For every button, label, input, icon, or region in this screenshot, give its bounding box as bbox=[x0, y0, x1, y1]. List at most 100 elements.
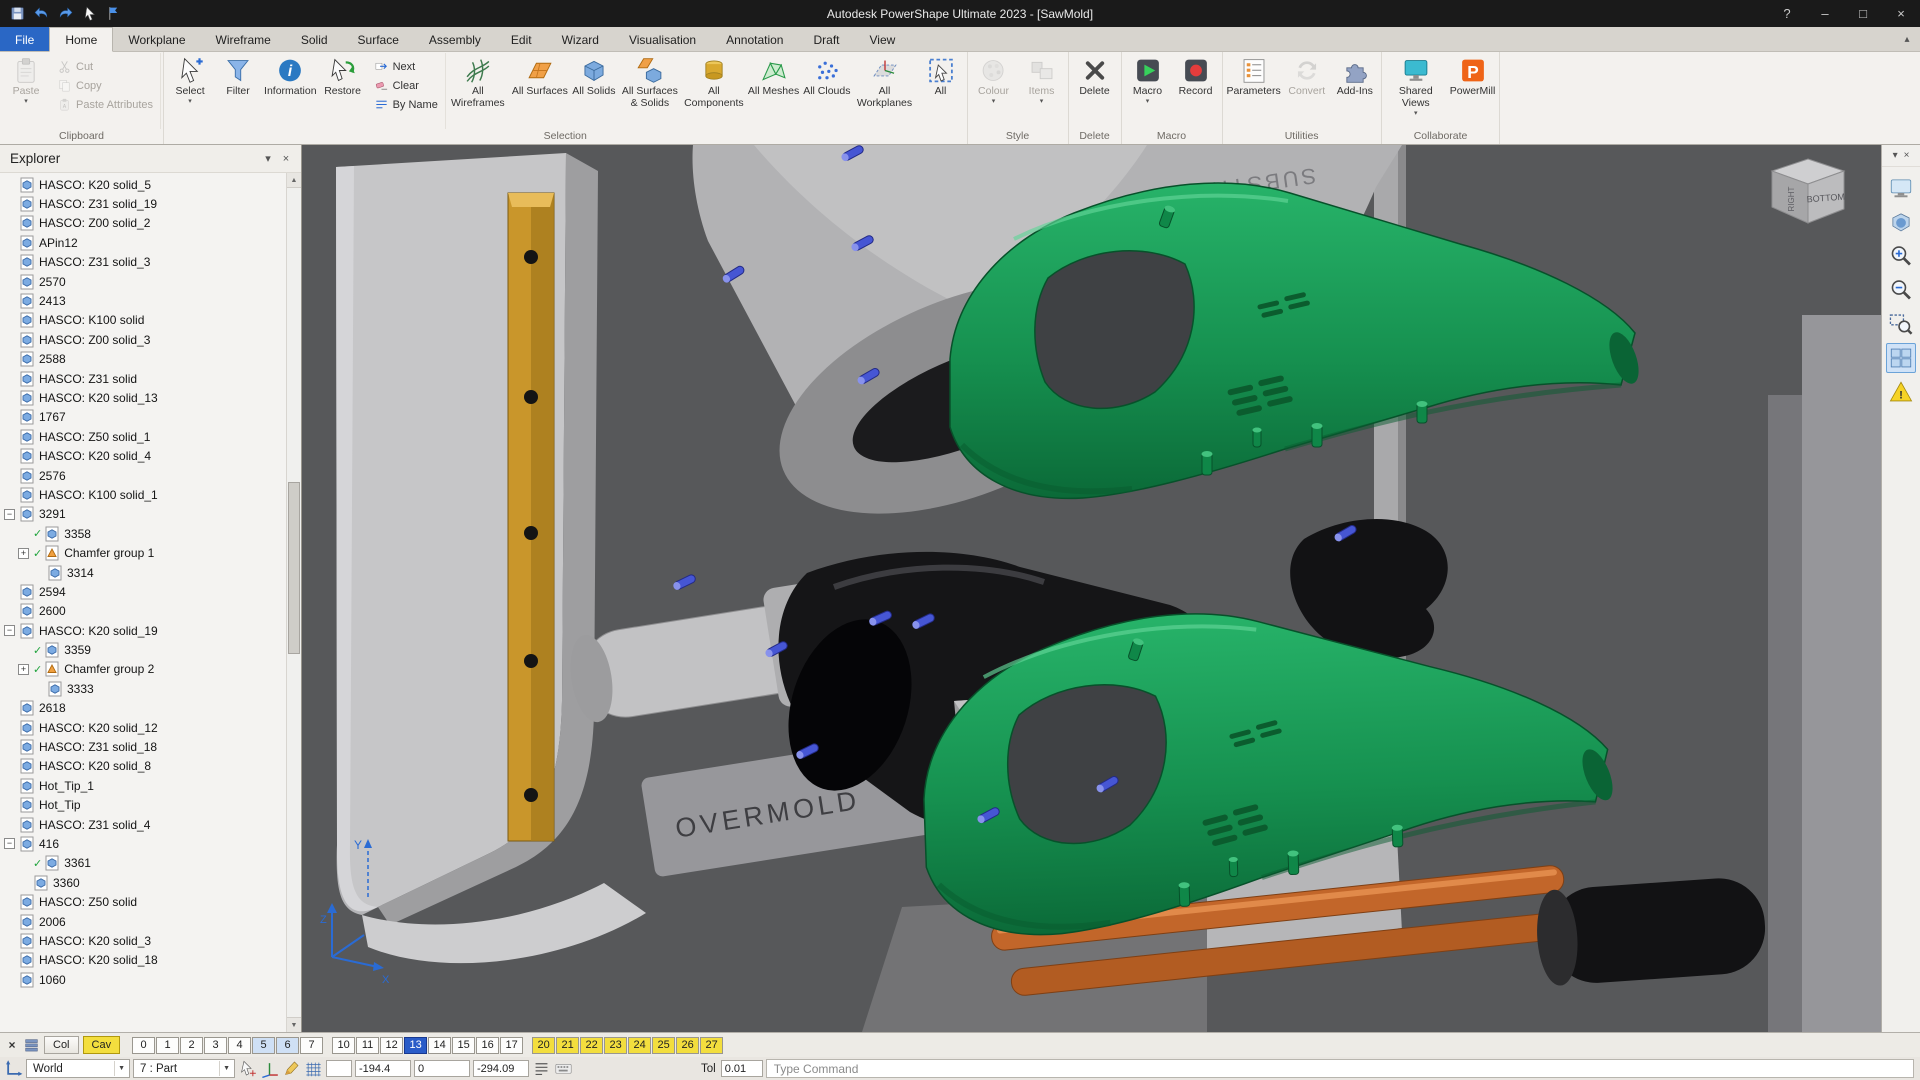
restore-button[interactable]: Restore bbox=[319, 53, 367, 129]
tab-draft[interactable]: Draft bbox=[798, 27, 854, 51]
keyboard-icon[interactable] bbox=[554, 1059, 573, 1078]
tree-item[interactable]: APin12 bbox=[0, 233, 286, 252]
cav-button[interactable]: Cav bbox=[82, 1036, 121, 1054]
collapse-icon[interactable]: − bbox=[4, 625, 15, 637]
panel-close-icon[interactable]: × bbox=[277, 150, 295, 168]
level-26-button[interactable]: 26 bbox=[676, 1036, 700, 1054]
tab-annotation[interactable]: Annotation bbox=[711, 27, 798, 51]
level-1-button[interactable]: 1 bbox=[156, 1036, 180, 1054]
screen-button[interactable] bbox=[1886, 173, 1916, 203]
axes-icon[interactable] bbox=[260, 1059, 279, 1078]
multi-view-button[interactable] bbox=[1886, 343, 1916, 373]
workplane-select[interactable]: World ▼ bbox=[26, 1059, 130, 1078]
level-17-button[interactable]: 17 bbox=[500, 1036, 524, 1054]
draw-icon[interactable] bbox=[282, 1059, 301, 1078]
grid-icon[interactable] bbox=[304, 1059, 323, 1078]
tree-item[interactable]: 2600 bbox=[0, 602, 286, 621]
shared-views-button[interactable]: Shared Views ▾ bbox=[1384, 53, 1448, 129]
parameters-button[interactable]: Parameters bbox=[1225, 53, 1283, 129]
tree-item[interactable]: + ✓ Chamfer group 2 bbox=[0, 660, 286, 679]
tab-wizard[interactable]: Wizard bbox=[547, 27, 614, 51]
tree-item[interactable]: HASCO: Z31 solid bbox=[0, 369, 286, 388]
tree-item[interactable]: ✓ 3361 bbox=[0, 854, 286, 873]
tree-item[interactable]: HASCO: K20 solid_5 bbox=[0, 175, 286, 194]
tree-item[interactable]: 1060 bbox=[0, 970, 286, 989]
tolerance-field[interactable] bbox=[720, 1060, 763, 1077]
tree-item[interactable]: HASCO: K100 solid bbox=[0, 311, 286, 330]
collapse-icon[interactable]: − bbox=[4, 508, 15, 520]
level-5-button[interactable]: 5 bbox=[252, 1036, 276, 1054]
level-12-button[interactable]: 12 bbox=[380, 1036, 404, 1054]
tree-item[interactable]: 2588 bbox=[0, 350, 286, 369]
level-4-button[interactable]: 4 bbox=[228, 1036, 252, 1054]
tree-item[interactable]: 2576 bbox=[0, 466, 286, 485]
panel-close-icon[interactable]: × bbox=[1904, 150, 1910, 161]
tree-item[interactable]: − 416 bbox=[0, 834, 286, 853]
level-11-button[interactable]: 11 bbox=[356, 1036, 380, 1054]
tree-item[interactable]: HASCO: K20 solid_3 bbox=[0, 931, 286, 950]
axis-mode-icon[interactable] bbox=[4, 1059, 23, 1078]
z-coordinate-field[interactable] bbox=[473, 1060, 529, 1077]
tree-item[interactable]: 2570 bbox=[0, 272, 286, 291]
tab-solid[interactable]: Solid bbox=[286, 27, 343, 51]
position-cursor-icon[interactable] bbox=[238, 1059, 257, 1078]
tree-item[interactable]: 3333 bbox=[0, 679, 286, 698]
select-tool-icon[interactable] bbox=[81, 5, 98, 22]
information-button[interactable]: i Information bbox=[262, 53, 319, 129]
tree-item[interactable]: Hot_Tip_1 bbox=[0, 776, 286, 795]
tree-item[interactable]: HASCO: Z50 solid bbox=[0, 892, 286, 911]
tree-item[interactable]: 2413 bbox=[0, 291, 286, 310]
list-icon[interactable] bbox=[532, 1059, 551, 1078]
level-27-button[interactable]: 27 bbox=[700, 1036, 724, 1054]
tree-item[interactable]: HASCO: Z31 solid_4 bbox=[0, 815, 286, 834]
level-13-button[interactable]: 13 bbox=[404, 1036, 428, 1054]
x-coordinate-field[interactable] bbox=[355, 1060, 411, 1077]
warning-button[interactable]: ! bbox=[1886, 377, 1916, 407]
part-select[interactable]: 7 : Part ▼ bbox=[133, 1059, 235, 1078]
tree-item[interactable]: HASCO: Z00 solid_2 bbox=[0, 214, 286, 233]
expand-icon[interactable]: + bbox=[18, 547, 29, 559]
close-button[interactable]: × bbox=[1882, 0, 1920, 27]
all-solids-button[interactable]: All Solids bbox=[570, 53, 618, 129]
right-mold-pillar[interactable] bbox=[1802, 315, 1881, 1032]
level-15-button[interactable]: 15 bbox=[452, 1036, 476, 1054]
tree-item[interactable]: HASCO: K20 solid_12 bbox=[0, 718, 286, 737]
collapse-icon[interactable]: − bbox=[4, 838, 15, 850]
all-button[interactable]: All bbox=[917, 53, 965, 129]
blank-field[interactable] bbox=[326, 1060, 352, 1077]
panel-menu-icon[interactable]: ▾ bbox=[259, 150, 277, 168]
all-meshes-button[interactable]: All Meshes bbox=[746, 53, 801, 129]
macro-button[interactable]: Macro ▾ bbox=[1124, 53, 1172, 129]
tab-home[interactable]: Home bbox=[49, 27, 114, 52]
scroll-up-icon[interactable]: ▲ bbox=[287, 173, 301, 188]
tab-visualisation[interactable]: Visualisation bbox=[614, 27, 711, 51]
select-button[interactable]: Select ▾ bbox=[166, 53, 214, 129]
flag-icon[interactable] bbox=[105, 5, 122, 22]
tab-file[interactable]: File bbox=[0, 27, 50, 51]
levels-icon[interactable] bbox=[23, 1037, 40, 1054]
y-coordinate-field[interactable] bbox=[414, 1060, 470, 1077]
render-style-button[interactable] bbox=[1886, 207, 1916, 237]
panel-menu-icon[interactable]: ▾ bbox=[1893, 150, 1898, 161]
tree-item[interactable]: HASCO: K100 solid_1 bbox=[0, 485, 286, 504]
tree-item[interactable]: HASCO: K20 solid_13 bbox=[0, 388, 286, 407]
level-24-button[interactable]: 24 bbox=[628, 1036, 652, 1054]
level-23-button[interactable]: 23 bbox=[604, 1036, 628, 1054]
level-25-button[interactable]: 25 bbox=[652, 1036, 676, 1054]
filter-button[interactable]: Filter bbox=[214, 53, 262, 129]
all-surfaces-button[interactable]: All Surfaces bbox=[510, 53, 570, 129]
tree-item[interactable]: − 3291 bbox=[0, 505, 286, 524]
level-20-button[interactable]: 20 bbox=[532, 1036, 556, 1054]
zoom-box-button[interactable] bbox=[1886, 309, 1916, 339]
tab-edit[interactable]: Edit bbox=[496, 27, 547, 51]
close-levels-icon[interactable]: × bbox=[5, 1038, 19, 1052]
minimize-button[interactable]: – bbox=[1806, 0, 1844, 27]
tree-item[interactable]: 2618 bbox=[0, 699, 286, 718]
tab-view[interactable]: View bbox=[855, 27, 911, 51]
level-21-button[interactable]: 21 bbox=[556, 1036, 580, 1054]
tree-item[interactable]: + ✓ Chamfer group 1 bbox=[0, 543, 286, 562]
level-16-button[interactable]: 16 bbox=[476, 1036, 500, 1054]
viewport-3d[interactable]: SUBSTRATE OVERMOLD bbox=[302, 145, 1881, 1032]
level-6-button[interactable]: 6 bbox=[276, 1036, 300, 1054]
record-button[interactable]: Record bbox=[1172, 53, 1220, 129]
